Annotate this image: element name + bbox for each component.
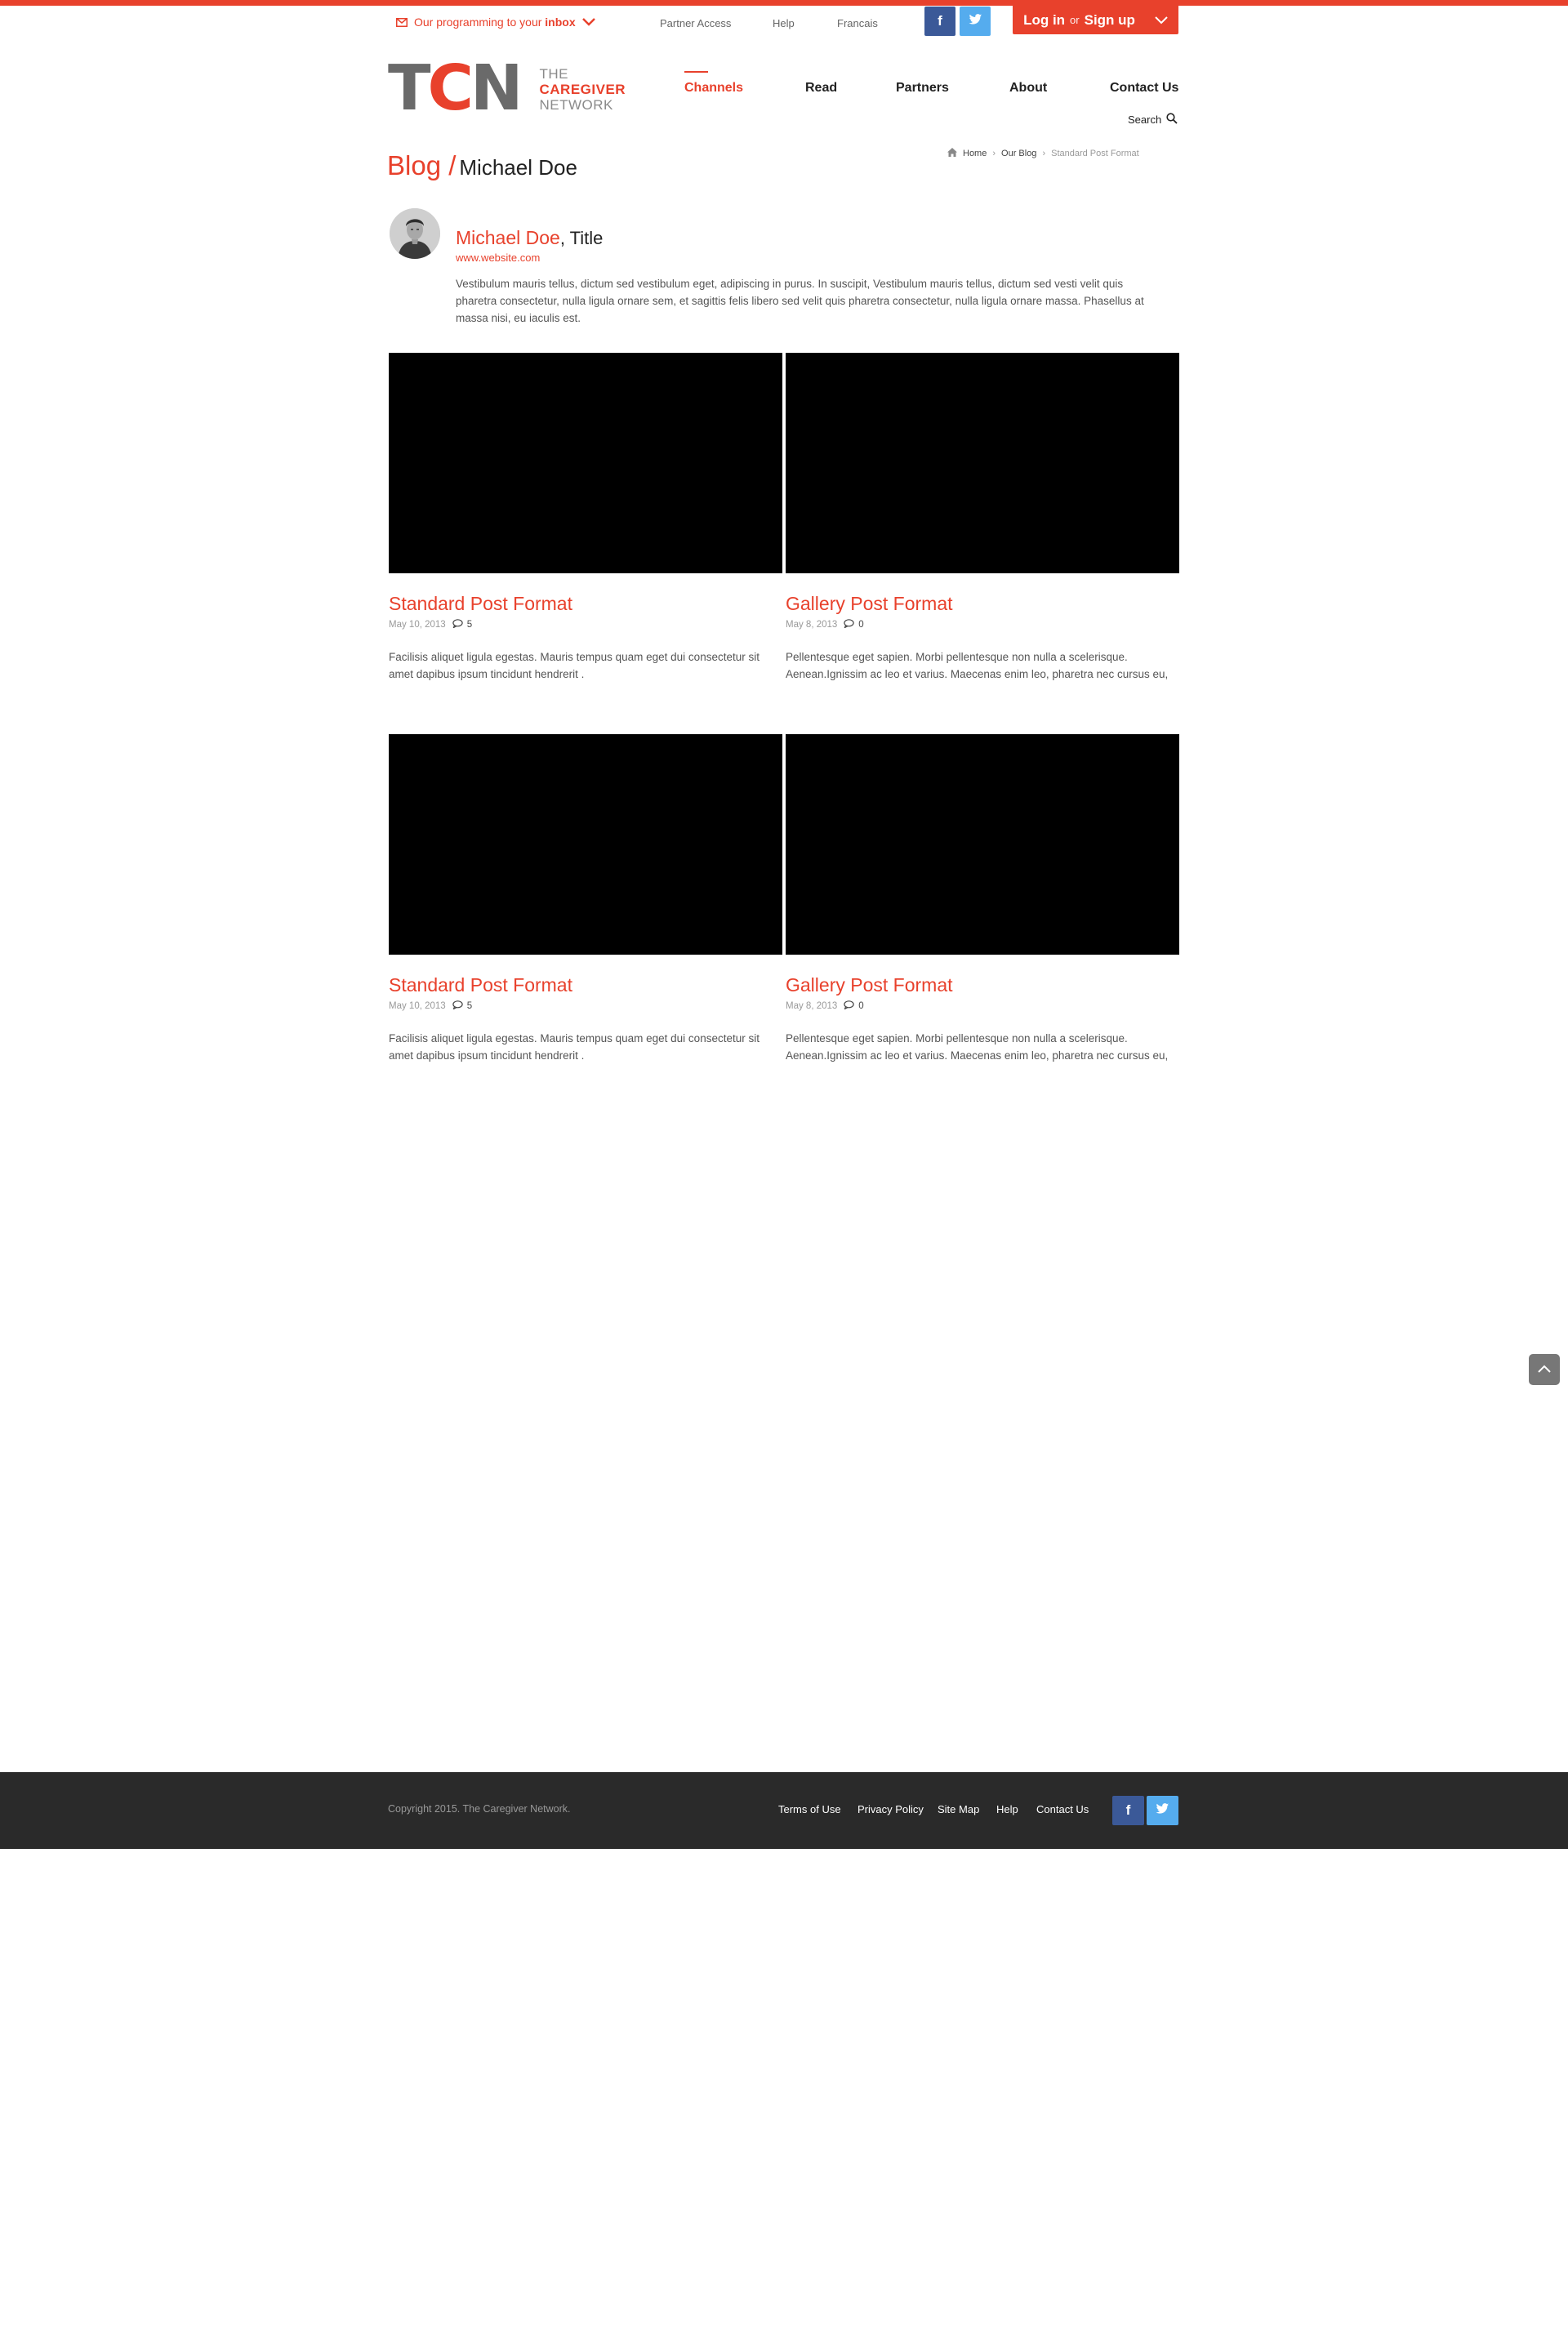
post-thumbnail[interactable]: [786, 353, 1179, 573]
site-footer: Copyright 2015. The Caregiver Network. T…: [0, 1772, 1568, 1849]
post-date: May 10, 2013: [389, 620, 446, 630]
active-nav-indicator: [684, 71, 708, 73]
post-title[interactable]: Standard Post Format: [389, 592, 782, 615]
post-thumbnail[interactable]: [389, 353, 782, 573]
language-link[interactable]: Francais: [837, 17, 878, 29]
footer-privacy-link[interactable]: Privacy Policy: [858, 1803, 924, 1815]
twitter-button[interactable]: [960, 7, 991, 36]
nav-item-read[interactable]: Read: [805, 81, 837, 96]
home-icon: [947, 148, 957, 159]
footer-help-link[interactable]: Help: [996, 1803, 1018, 1815]
facebook-icon: f: [1125, 1802, 1131, 1818]
post-excerpt: Pellentesque eget sapien. Morbi pellente…: [786, 651, 1169, 680]
search-toggle[interactable]: Search: [1128, 113, 1178, 127]
post-comments[interactable]: 0: [844, 619, 864, 630]
author-website-link[interactable]: www.website.com: [456, 252, 540, 264]
breadcrumb-current: Standard Post Format: [1051, 149, 1139, 158]
comment-icon: [844, 619, 854, 630]
login-signup-button[interactable]: Log in or Sign up: [1013, 6, 1178, 34]
footer-sitemap-link[interactable]: Site Map: [938, 1803, 979, 1815]
author-title: , Title: [559, 228, 604, 248]
facebook-button[interactable]: f: [924, 7, 956, 36]
post-card: Gallery Post Format May 8, 2013 0 Pellen…: [786, 734, 1179, 1064]
comment-icon: [452, 1000, 463, 1012]
copyright-text: Copyright 2015. The Caregiver Network.: [388, 1803, 571, 1815]
post-meta: May 8, 2013 0: [786, 1000, 1179, 1012]
page-subtitle: Michael Doe: [459, 155, 577, 180]
post-comments[interactable]: 5: [452, 1000, 472, 1012]
nav-item-channels[interactable]: Channels: [684, 81, 743, 96]
comment-icon: [452, 619, 463, 630]
or-label: or: [1070, 14, 1080, 26]
post-meta: May 8, 2013 0: [786, 619, 1179, 630]
breadcrumb: Home › Our Blog › Standard Post Format: [947, 148, 1139, 159]
logo-mark: TCN: [388, 52, 523, 125]
help-link[interactable]: Help: [773, 17, 795, 29]
post-thumbnail[interactable]: [389, 734, 782, 955]
comment-count: 0: [858, 620, 864, 630]
nav-item-contact-us[interactable]: Contact Us: [1110, 81, 1178, 96]
nav-item-partners[interactable]: Partners: [896, 81, 949, 96]
signup-label: Sign up: [1084, 11, 1135, 28]
newsletter-text: Our programming to your inbox: [414, 16, 576, 29]
post-date: May 10, 2013: [389, 1001, 446, 1011]
twitter-icon: [1156, 1802, 1169, 1819]
footer-facebook-button[interactable]: f: [1112, 1796, 1144, 1825]
search-icon: [1166, 113, 1178, 127]
footer-contact-link[interactable]: Contact Us: [1036, 1803, 1089, 1815]
newsletter-signup-link[interactable]: Our programming to your inbox: [396, 16, 595, 29]
site-logo[interactable]: TCN THE CAREGIVER NETWORK: [388, 52, 626, 125]
breadcrumb-home[interactable]: Home: [963, 149, 987, 158]
author-name[interactable]: Michael Doe: [456, 227, 560, 248]
post-card: Gallery Post Format May 8, 2013 0 Pellen…: [786, 353, 1179, 683]
post-thumbnail[interactable]: [786, 734, 1179, 955]
footer-twitter-button[interactable]: [1147, 1796, 1178, 1825]
chevron-down-icon: [1155, 16, 1168, 24]
search-label: Search: [1128, 114, 1162, 126]
post-date: May 8, 2013: [786, 1001, 838, 1011]
post-card: Standard Post Format May 10, 2013 5 Faci…: [389, 353, 782, 683]
post-meta: May 10, 2013 5: [389, 619, 782, 630]
post-card: Standard Post Format May 10, 2013 5 Faci…: [389, 734, 782, 1064]
post-comments[interactable]: 0: [844, 1000, 864, 1012]
logo-wordmark: THE CAREGIVER NETWORK: [539, 66, 626, 113]
chevron-down-icon: [581, 18, 595, 26]
post-title[interactable]: Gallery Post Format: [786, 973, 1179, 996]
partner-access-link[interactable]: Partner Access: [660, 17, 731, 29]
post-excerpt: Facilisis aliquet ligula egestas. Mauris…: [389, 1032, 760, 1062]
comment-icon: [844, 1000, 854, 1012]
post-excerpt: Pellentesque eget sapien. Morbi pellente…: [786, 1032, 1169, 1062]
chevron-up-icon: [1538, 1362, 1551, 1377]
scroll-to-top-button[interactable]: [1529, 1354, 1560, 1385]
comment-count: 5: [466, 620, 473, 630]
post-excerpt: Facilisis aliquet ligula egestas. Mauris…: [389, 651, 760, 680]
comment-count: 0: [858, 1001, 864, 1011]
author-avatar: [390, 208, 440, 259]
login-label: Log in: [1023, 11, 1066, 28]
twitter-icon: [969, 13, 982, 29]
page-title: Blog / Michael Doe: [387, 150, 577, 180]
nav-item-about[interactable]: About: [1009, 81, 1047, 96]
footer-terms-link[interactable]: Terms of Use: [778, 1803, 841, 1815]
envelope-icon: [396, 17, 408, 27]
post-title[interactable]: Gallery Post Format: [786, 592, 1179, 615]
chevron-right-icon: ›: [1042, 149, 1046, 158]
breadcrumb-blog[interactable]: Our Blog: [1001, 149, 1036, 158]
post-title[interactable]: Standard Post Format: [389, 973, 782, 996]
author-name-row: Michael Doe, Title: [456, 227, 603, 249]
facebook-icon: f: [938, 13, 942, 29]
post-comments[interactable]: 5: [452, 619, 472, 630]
comment-count: 5: [466, 1001, 473, 1011]
post-date: May 8, 2013: [786, 620, 838, 630]
author-bio: Vestibulum mauris tellus, dictum sed ves…: [456, 278, 1144, 324]
post-meta: May 10, 2013 5: [389, 1000, 782, 1012]
chevron-right-icon: ›: [992, 149, 996, 158]
top-accent-bar: [0, 0, 1568, 6]
